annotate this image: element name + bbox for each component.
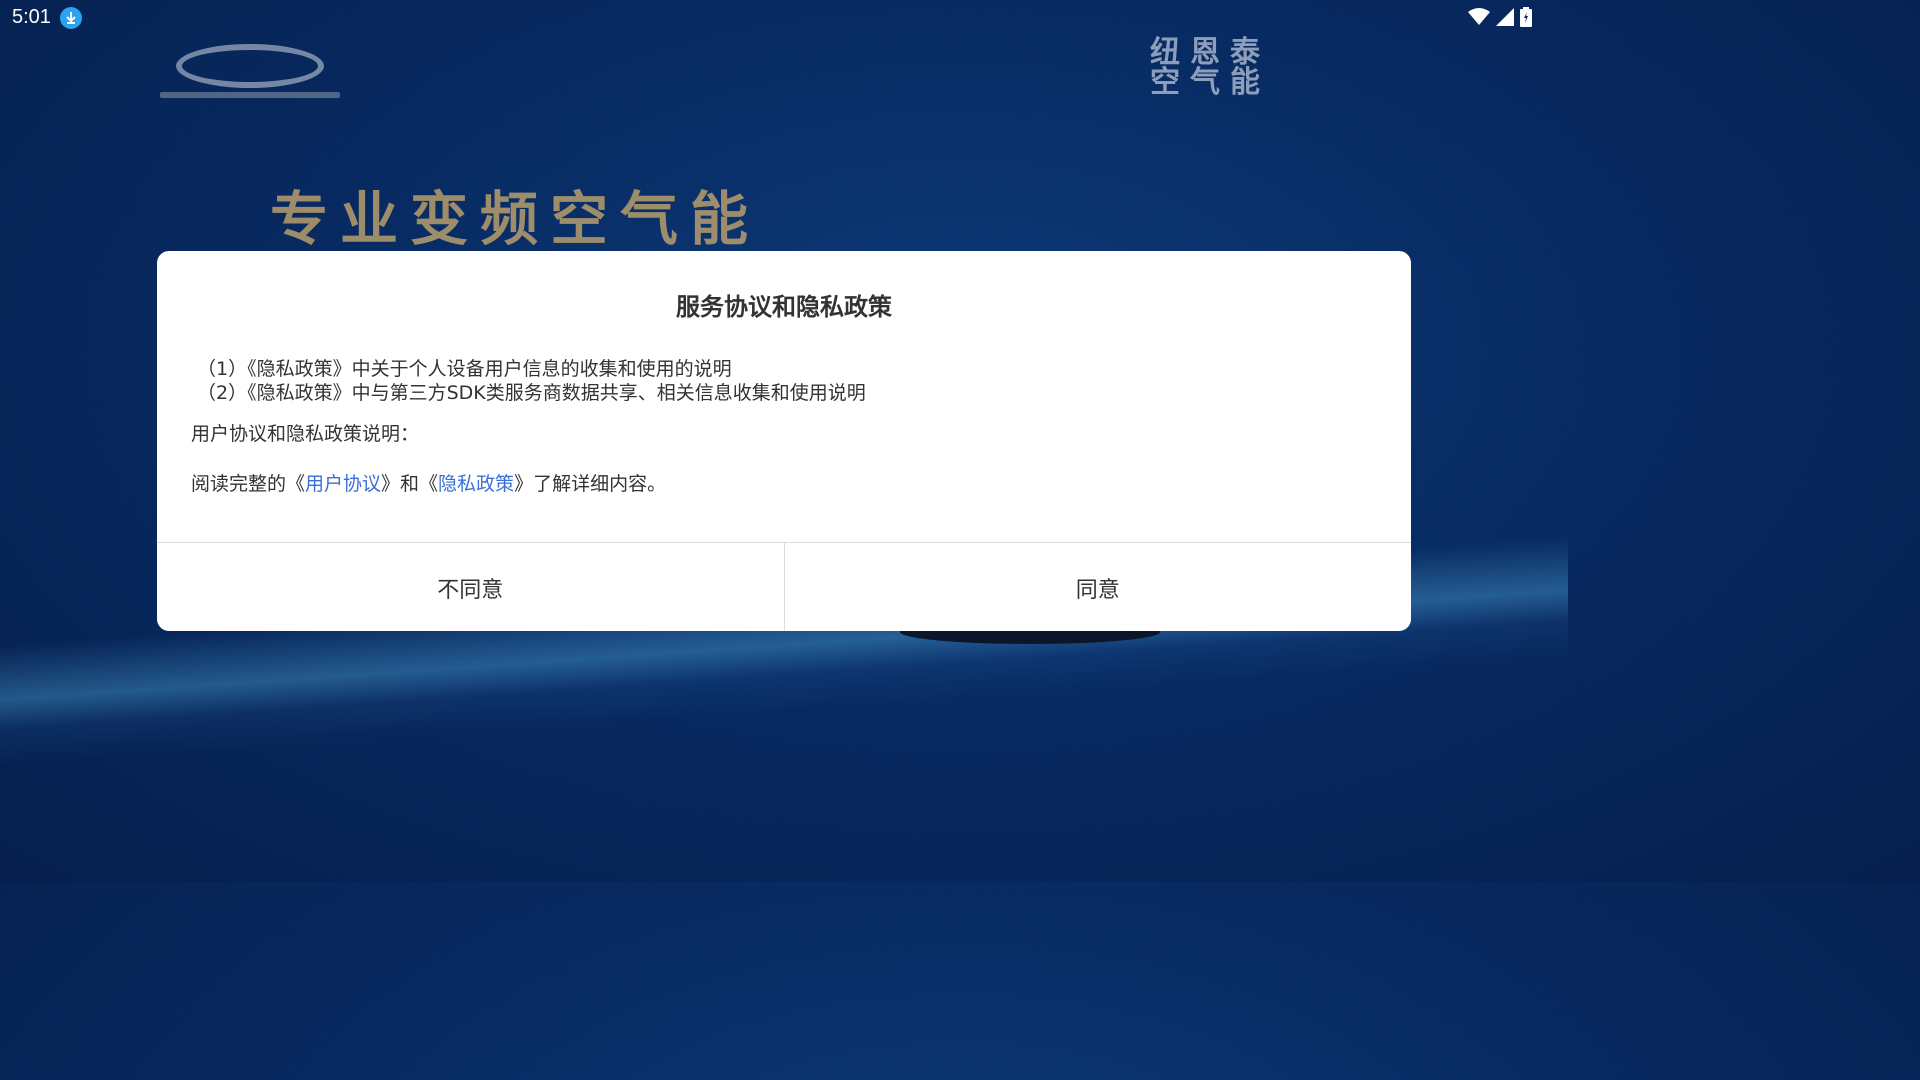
disagree-button[interactable]: 不同意 [157, 543, 784, 631]
signal-icon [1496, 8, 1514, 26]
privacy-dialog: 服务协议和隐私政策 （1）《隐私政策》中关于个人设备用户信息的收集和使用的说明 … [157, 251, 1411, 631]
privacy-policy-link[interactable]: 隐私政策 [438, 473, 514, 495]
wifi-icon [1468, 8, 1490, 25]
read-mid: 》和《 [381, 473, 439, 495]
policy-item-2: （2）《隐私政策》中与第三方SDK类服务商数据共享、相关信息收集和使用说明 [197, 382, 866, 404]
policy-list: （1）《隐私政策》中关于个人设备用户信息的收集和使用的说明 （2）《隐私政策》中… [197, 357, 866, 405]
logo-ring [176, 44, 324, 88]
brand-name: 纽恩泰 空气能 [1150, 35, 1270, 100]
policy-note: 用户协议和隐私政策说明： [191, 423, 420, 445]
dialog-title: 服务协议和隐私政策 [676, 293, 892, 321]
status-time: 5:01 [12, 6, 51, 28]
battery-icon [1520, 7, 1532, 27]
read-prefix: 阅读完整的《 [191, 473, 306, 495]
agree-button[interactable]: 同意 [783, 543, 1412, 631]
system-icons [1468, 7, 1532, 27]
user-agreement-link[interactable]: 用户协议 [305, 473, 381, 495]
dialog-buttons: 不同意 同意 [157, 542, 1411, 631]
status-bar: 5:01 [0, 0, 1568, 36]
policy-item-1: （1）《隐私政策》中关于个人设备用户信息的收集和使用的说明 [197, 358, 732, 380]
read-suffix: 》了解详细内容。 [514, 473, 667, 495]
policy-read-text: 阅读完整的《用户协议》和《隐私政策》了解详细内容。 [191, 469, 666, 496]
brand-logo [160, 40, 340, 102]
download-icon [60, 7, 82, 29]
logo-subtext [160, 92, 340, 98]
